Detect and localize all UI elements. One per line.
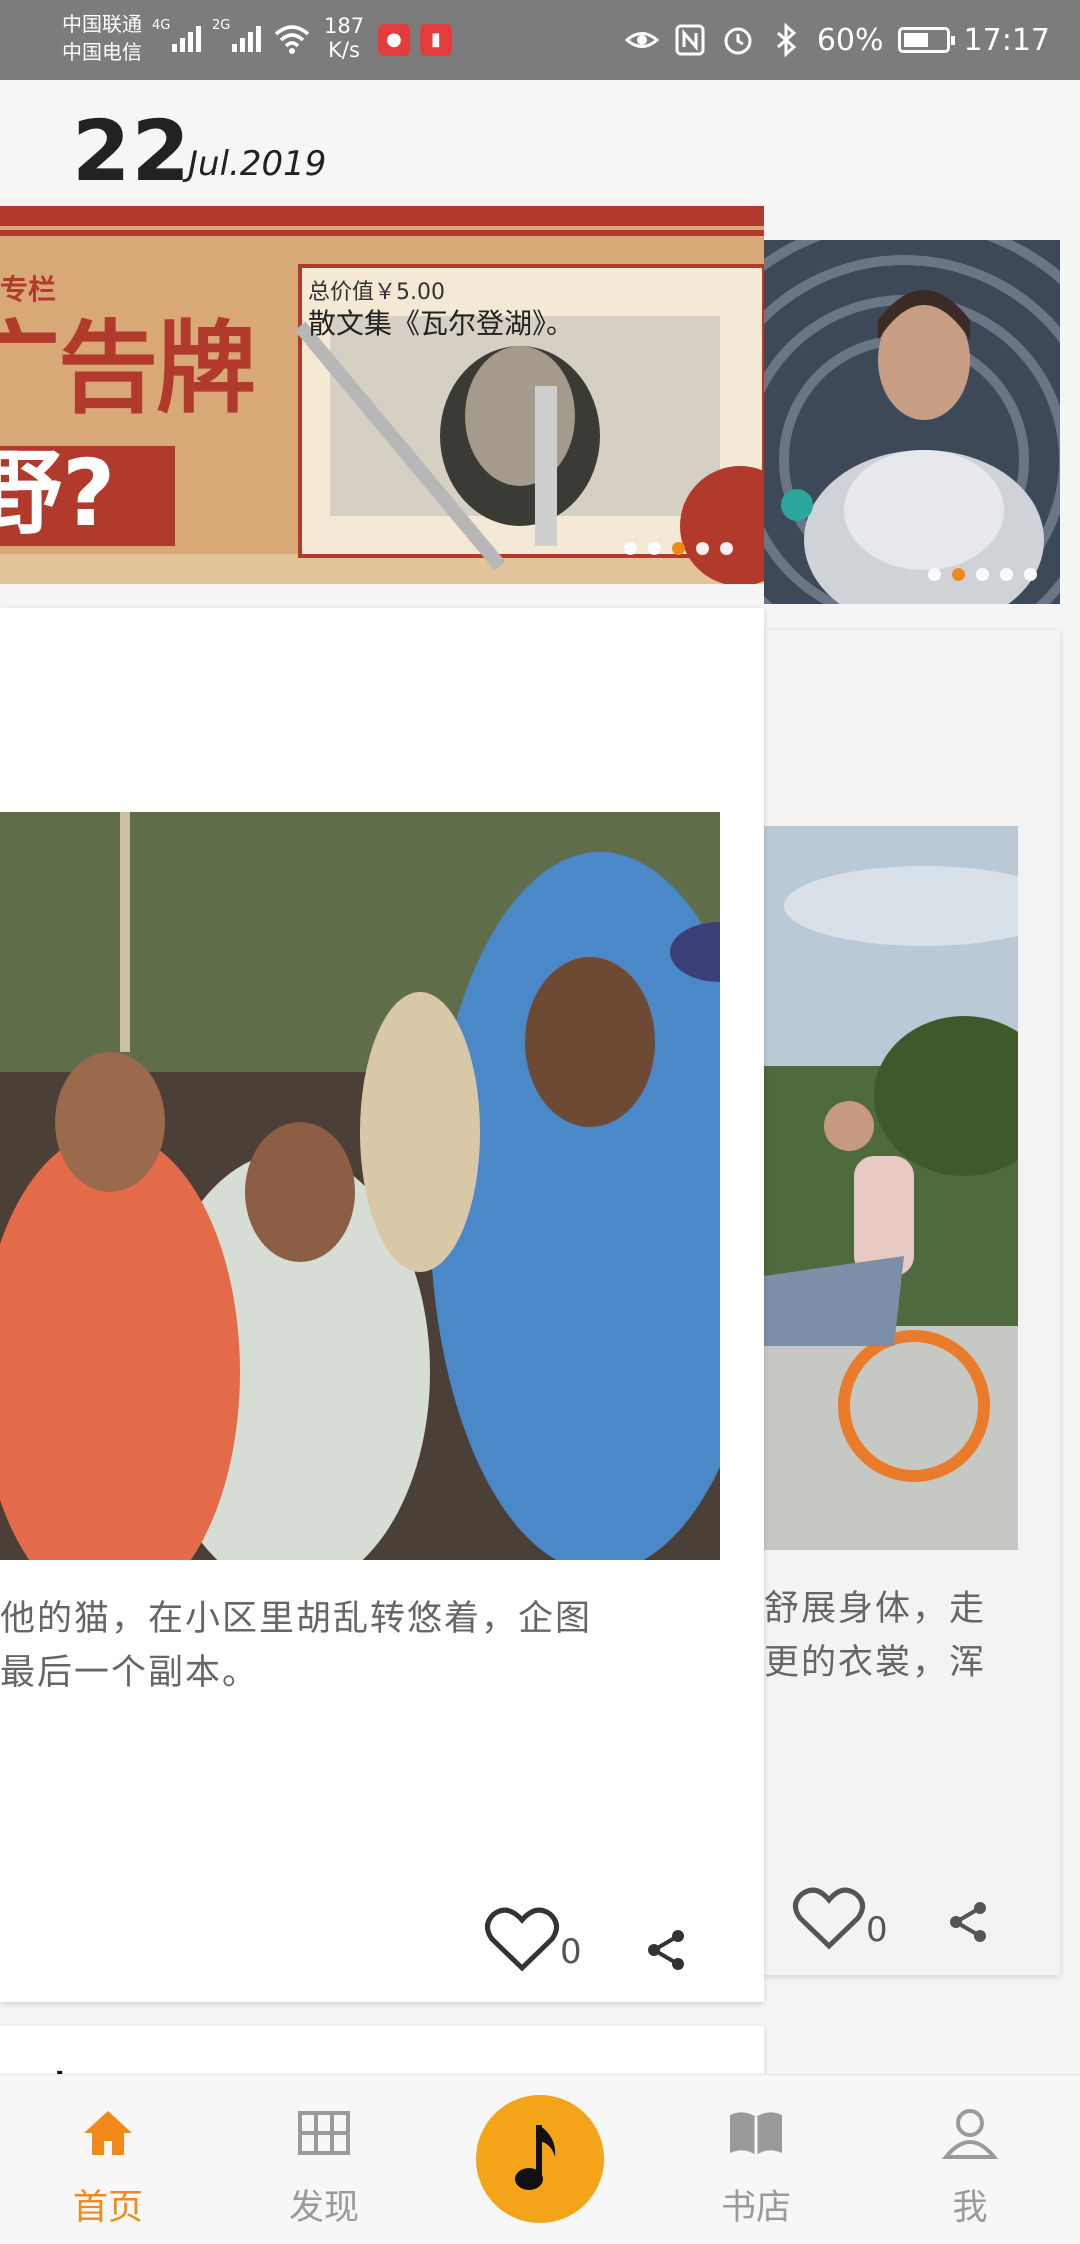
article-card[interactable]: 他的猫，在小区里胡乱转悠着，企图 最后一个副本。 0 bbox=[0, 608, 764, 2002]
astronaut-image bbox=[764, 240, 1060, 604]
bluetooth-icon bbox=[776, 23, 797, 57]
network-type-1: 4G bbox=[152, 18, 171, 33]
status-bar: 中国联通 中国电信 4G 2G 187 K/s ● ▮ 60% 17:17 bbox=[0, 0, 1080, 80]
pagination-dot bbox=[1000, 568, 1013, 581]
next-like-button[interactable]: 0 bbox=[792, 1886, 888, 1950]
carrier-2: 中国电信 bbox=[62, 40, 142, 64]
tab-label: 发现 bbox=[288, 2188, 359, 2228]
date-header: 22 Jul.2019 bbox=[0, 80, 1080, 206]
user-icon bbox=[941, 2109, 999, 2159]
like-count: 0 bbox=[866, 1910, 888, 1950]
bottom-nav: 首页 发现 书店 我 bbox=[0, 2074, 1080, 2244]
network-speed: 187 K/s bbox=[324, 14, 365, 62]
heart-icon bbox=[485, 1907, 559, 1972]
carrier-1: 中国联通 bbox=[62, 12, 142, 36]
carrier-info: 中国联通 中国电信 bbox=[62, 10, 142, 66]
banner-pagination bbox=[928, 568, 1037, 581]
signal-icon bbox=[232, 22, 261, 52]
tab-label: 书店 bbox=[720, 2188, 791, 2228]
banner-headline-2: 野? bbox=[0, 440, 116, 547]
tab-discover[interactable]: 发现 bbox=[244, 2075, 404, 2244]
pagination-dot bbox=[696, 542, 709, 555]
banner-caption-2: 散文集《瓦尔登湖》。 bbox=[308, 307, 575, 340]
book-icon bbox=[730, 2112, 782, 2155]
music-player-button[interactable] bbox=[476, 2095, 604, 2223]
column-tag: 专栏 bbox=[0, 273, 57, 306]
pagination-dot bbox=[928, 568, 941, 581]
network-type-2: 2G bbox=[212, 18, 231, 33]
book-app-icon: ▮ bbox=[420, 24, 452, 56]
music-note-icon bbox=[515, 2125, 556, 2190]
grid-icon bbox=[298, 2111, 350, 2155]
signal-icon bbox=[172, 22, 201, 52]
banner-pagination bbox=[624, 542, 733, 555]
share-icon[interactable] bbox=[944, 1898, 992, 1946]
alarm-icon bbox=[724, 27, 752, 55]
battery-icon bbox=[897, 27, 955, 53]
pagination-dot-active bbox=[672, 542, 685, 555]
mic-app-icon: ● bbox=[378, 24, 410, 56]
pagination-dot bbox=[976, 568, 989, 581]
heart-icon bbox=[793, 1887, 865, 1950]
tab-me[interactable]: 我 bbox=[890, 2075, 1050, 2244]
tab-label: 我 bbox=[952, 2188, 988, 2228]
nfc-icon bbox=[675, 24, 705, 56]
cyclist-photo bbox=[764, 826, 1018, 1550]
battery-percent: 60% bbox=[816, 22, 884, 58]
pagination-dot bbox=[1024, 568, 1037, 581]
pagination-dot-active bbox=[952, 568, 965, 581]
home-icon bbox=[84, 2111, 132, 2155]
next-banner[interactable] bbox=[764, 240, 1060, 604]
clock: 17:17 bbox=[963, 22, 1050, 58]
tab-home[interactable]: 首页 bbox=[28, 2075, 188, 2244]
tab-label: 首页 bbox=[72, 2188, 143, 2228]
wifi-icon bbox=[274, 25, 310, 54]
tab-bookstore[interactable]: 书店 bbox=[676, 2075, 836, 2244]
pagination-dot bbox=[648, 542, 661, 555]
pagination-dot bbox=[624, 542, 637, 555]
date-day: 22 bbox=[72, 102, 191, 200]
system-icons: 60% 17:17 bbox=[624, 16, 1050, 64]
like-button[interactable]: 0 bbox=[484, 1906, 582, 1972]
pagination-dot bbox=[720, 542, 733, 555]
banner-headline-1: 广告牌 bbox=[0, 310, 256, 427]
share-icon[interactable] bbox=[642, 1926, 690, 1974]
date-month-year: Jul.2019 bbox=[188, 144, 327, 184]
article-excerpt: 他的猫，在小区里胡乱转悠着，企图 最后一个副本。 bbox=[0, 1599, 593, 1693]
next-card[interactable]: 舒展身体，走 更的衣裳，浑 0 bbox=[764, 630, 1060, 1975]
next-card-excerpt: 舒展身体，走 更的衣裳，浑 bbox=[764, 1589, 987, 1683]
eye-icon bbox=[624, 32, 659, 48]
crowd-photo bbox=[0, 812, 720, 1560]
like-count: 0 bbox=[560, 1932, 582, 1972]
featured-banner[interactable]: 专栏 广告牌 野? 总价值￥5.00 散文集《瓦尔登湖》。 bbox=[0, 206, 764, 584]
